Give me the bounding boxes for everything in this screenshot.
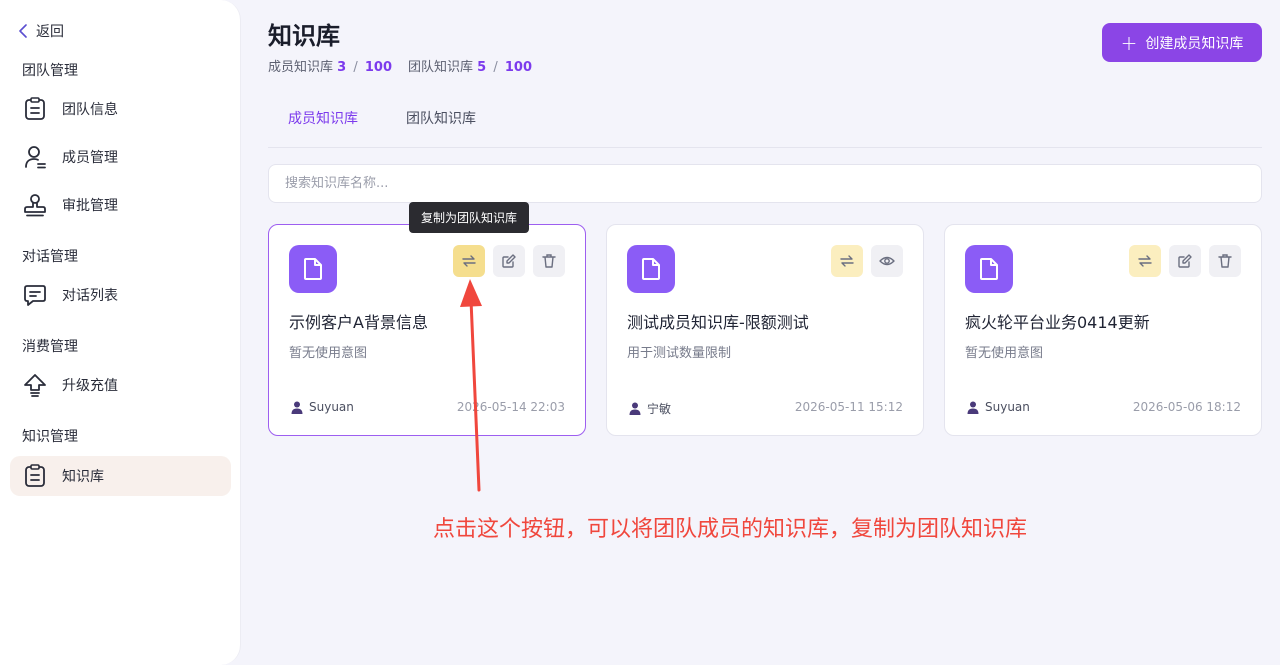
group-title-chat: 对话管理 — [22, 249, 78, 265]
sidebar-item-approval[interactable]: 审批管理 — [10, 185, 231, 225]
team-used-count: 5 — [477, 60, 487, 75]
back-link[interactable]: 返回 — [18, 21, 64, 41]
edit-button[interactable] — [493, 245, 525, 277]
copy-icon — [462, 255, 476, 267]
edit-icon — [502, 254, 516, 268]
sidebar-item-label: 升级充值 — [62, 378, 118, 394]
quota-separator: / — [493, 60, 498, 75]
person-icon — [967, 401, 979, 414]
trash-icon — [542, 254, 556, 268]
copy-to-team-button[interactable] — [1129, 245, 1161, 277]
owner-name: Suyuan — [985, 400, 1030, 414]
card-actions — [831, 245, 903, 277]
delete-button[interactable] — [1209, 245, 1241, 277]
card-description: 用于测试数量限制 — [627, 346, 732, 361]
team-total-count: 100 — [504, 60, 533, 75]
quota-separator: / — [353, 60, 358, 75]
kb-card[interactable]: 疯火轮平台业务0414更新 暂无使用意图 Suyuan 2026-05-06 1… — [944, 224, 1262, 436]
card-owner: Suyuan — [967, 400, 1030, 414]
sidebar: 返回 团队管理 团队信息 成员管理 审批管理 对话管理 对话列表 消费管理 升级… — [0, 0, 241, 665]
copy-icon — [840, 255, 854, 267]
back-label: 返回 — [36, 24, 64, 40]
group-title-team: 团队管理 — [22, 63, 78, 79]
group-title-billing: 消费管理 — [22, 339, 78, 355]
tab-team-kb[interactable]: 团队知识库 — [386, 108, 496, 128]
person-icon — [291, 401, 303, 414]
sidebar-item-label: 对话列表 — [62, 288, 118, 304]
copy-to-team-button[interactable] — [453, 245, 485, 277]
tab-bar: 成员知识库 团队知识库 — [268, 96, 1262, 148]
search-input[interactable] — [268, 164, 1262, 203]
edit-button[interactable] — [1169, 245, 1201, 277]
document-icon — [289, 245, 337, 293]
sidebar-item-members[interactable]: 成员管理 — [10, 137, 231, 177]
owner-name: Suyuan — [309, 400, 354, 414]
kb-card[interactable]: 测试成员知识库-限额测试 用于测试数量限制 宁敏 2026-05-11 15:1… — [606, 224, 924, 436]
copy-to-team-button[interactable] — [831, 245, 863, 277]
annotation-text: 点击这个按钮，可以将团队成员的知识库，复制为团队知识库 — [433, 517, 1028, 542]
trash-icon — [1218, 254, 1232, 268]
card-date: 2026-05-14 22:03 — [456, 400, 565, 414]
card-date: 2026-05-06 18:12 — [1132, 400, 1241, 414]
quota-summary: 成员知识库 3 / 100 团队知识库 5 / 100 — [268, 56, 532, 75]
owner-name: 宁敏 — [647, 402, 672, 416]
copy-icon — [1138, 255, 1152, 267]
group-title-knowledge: 知识管理 — [22, 429, 78, 445]
edit-icon — [1178, 254, 1192, 268]
sidebar-item-label: 成员管理 — [62, 150, 118, 166]
tab-member-kb[interactable]: 成员知识库 — [268, 108, 378, 128]
kb-card[interactable]: 示例客户A背景信息 暂无使用意图 Suyuan 2026-05-14 22:03 — [268, 224, 586, 436]
view-button[interactable] — [871, 245, 903, 277]
user-icon — [22, 144, 48, 170]
member-used-count: 3 — [337, 60, 347, 75]
card-title: 疯火轮平台业务0414更新 — [965, 313, 1150, 332]
sidebar-item-upgrade[interactable]: 升级充值 — [10, 365, 231, 405]
sidebar-item-label: 知识库 — [62, 469, 104, 485]
member-quota-label: 成员知识库 — [268, 60, 334, 75]
sidebar-item-team-info[interactable]: 团队信息 — [10, 89, 231, 129]
delete-button[interactable] — [533, 245, 565, 277]
card-actions — [1129, 245, 1241, 277]
card-actions — [453, 245, 565, 277]
sidebar-item-knowledge-base[interactable]: 知识库 — [10, 456, 231, 496]
sidebar-item-label: 审批管理 — [62, 198, 118, 214]
create-button-label: 创建成员知识库 — [1145, 35, 1244, 52]
card-date: 2026-05-11 15:12 — [794, 400, 903, 414]
card-title: 测试成员知识库-限额测试 — [627, 313, 809, 332]
card-description: 暂无使用意图 — [965, 346, 1044, 361]
card-description: 暂无使用意图 — [289, 346, 368, 361]
chat-icon — [22, 282, 48, 308]
member-quota: 成员知识库 3 / 100 — [268, 56, 392, 75]
upgrade-icon — [22, 372, 48, 398]
clipboard-icon — [22, 96, 48, 122]
member-total-count: 100 — [364, 60, 393, 75]
sidebar-item-label: 团队信息 — [62, 102, 118, 118]
sidebar-item-chat-list[interactable]: 对话列表 — [10, 275, 231, 315]
chevron-left-icon — [19, 24, 27, 38]
plus-icon: + — [1120, 30, 1138, 55]
clipboard-icon — [22, 463, 48, 489]
card-owner: Suyuan — [291, 400, 354, 414]
document-icon — [627, 245, 675, 293]
create-member-kb-button[interactable]: + 创建成员知识库 — [1102, 23, 1262, 62]
page-title: 知识库 — [268, 22, 340, 50]
person-icon — [629, 402, 641, 415]
card-title: 示例客户A背景信息 — [289, 313, 428, 332]
card-owner: 宁敏 — [629, 400, 671, 417]
team-quota: 团队知识库 5 / 100 — [408, 56, 532, 75]
stamp-icon — [22, 192, 48, 218]
document-icon — [965, 245, 1013, 293]
team-quota-label: 团队知识库 — [408, 60, 474, 75]
tooltip: 复制为团队知识库 — [409, 202, 529, 233]
eye-icon — [879, 256, 895, 266]
